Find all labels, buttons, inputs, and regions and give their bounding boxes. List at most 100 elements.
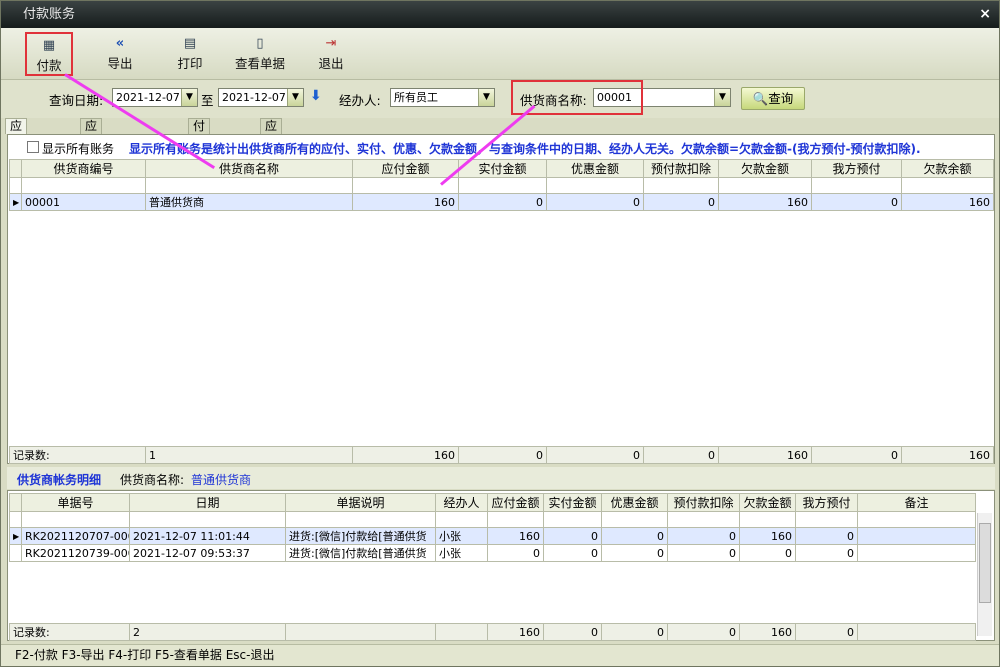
exit-door-icon: ⇥ [325,36,337,51]
calendar-icon: ▦ [42,38,56,53]
column-header[interactable]: 应付金额 [487,493,544,512]
footer-cell: 160 [901,446,994,464]
chevron-down-icon[interactable]: ▼ [287,89,303,106]
table-cell[interactable]: 0 [811,193,902,211]
column-header[interactable]: 单据说明 [285,493,436,512]
table-cell[interactable]: 160 [901,193,994,211]
footer-cell: 160 [739,623,796,641]
column-header[interactable]: 预付款扣除 [667,493,740,512]
view-document-button[interactable]: ▯ 查看单据 [231,32,289,76]
table-row[interactable]: ▶ 00001 普通供货商 160 0 0 0 160 0 160 [9,193,994,211]
filter-row[interactable] [9,177,994,194]
query-button[interactable]: 🔍查询 [741,87,805,110]
chevron-down-icon[interactable]: ▼ [714,89,730,106]
table-cell[interactable] [857,544,976,562]
footer-cell [857,623,976,641]
table-cell[interactable]: RK2021120739-0001 [21,544,130,562]
column-header[interactable]: 应付金额 [352,159,459,178]
tab-reconciliation[interactable]: 应付款对账 [260,118,283,193]
table-cell[interactable]: 160 [739,527,796,545]
pay-button[interactable]: ▦ 付款 [25,32,73,76]
footer-cell: 0 [601,623,668,641]
table-cell[interactable]: 0 [667,544,740,562]
footer-cell: 0 [811,446,902,464]
column-header[interactable]: 我方预付 [795,493,858,512]
column-header[interactable]: 欠款金额 [718,159,812,178]
column-header[interactable]: 欠款金额 [739,493,796,512]
column-header[interactable]: 供货商名称 [145,159,353,178]
table-cell[interactable]: RK2021120707-0002 [21,527,130,545]
column-header[interactable]: 预付款扣除 [643,159,719,178]
column-header[interactable]: 单据号 [21,493,130,512]
table-cell[interactable]: 0 [543,544,602,562]
handler-select[interactable]: 所有员工 ▼ [390,88,495,107]
tab-payable-summary[interactable]: 应付款统计 [5,118,28,193]
table-cell[interactable]: 0 [739,544,796,562]
table-cell[interactable]: 160 [487,527,544,545]
chevron-down-icon[interactable]: ▼ [478,89,494,106]
table-cell[interactable]: 0 [546,193,644,211]
footer-cell: 0 [458,446,547,464]
date-from-value: 2021-12-07 [116,91,180,104]
table-cell[interactable]: 0 [543,527,602,545]
double-left-arrow-icon: « [115,36,125,51]
table-cell[interactable]: 0 [601,544,668,562]
table-cell[interactable]: 进货:[微信]付款给[普通供货 [285,544,436,562]
footer-cell: 0 [643,446,719,464]
date-to-picker[interactable]: 2021-12-07 ▼ [218,88,304,107]
print-button-label: 打印 [177,56,203,71]
table-cell[interactable]: 0 [667,527,740,545]
column-header[interactable]: 实付金额 [543,493,602,512]
column-header[interactable]: 实付金额 [458,159,547,178]
column-header[interactable]: 我方预付 [811,159,902,178]
table-cell[interactable]: 普通供货商 [145,193,353,211]
chevron-down-icon[interactable]: ▼ [181,89,197,106]
table-row[interactable]: RK2021120739-0001 2021-12-07 09:53:37 进货… [9,544,976,562]
scrollbar-thumb[interactable] [979,523,991,603]
column-header[interactable]: 经办人 [435,493,488,512]
table-cell[interactable]: 0 [795,527,858,545]
show-all-label: 显示所有账务 [42,142,115,156]
tab-payable-paid-detail[interactable]: 应付实付款明细账 [80,118,103,238]
table-cell[interactable]: 小张 [435,527,488,545]
column-header[interactable]: 优惠金额 [601,493,668,512]
detail-supplier-label: 供货商名称: [120,473,185,487]
table-cell[interactable]: 2021-12-07 09:53:37 [129,544,286,562]
table-cell[interactable]: 进货:[微信]付款给[普通供货 [285,527,436,545]
down-arrow-icon[interactable]: ⬇ [310,88,322,104]
filter-row[interactable] [9,511,976,528]
detail-title-bar: 供货商帐务明细 供货商名称: 普通供货商 [7,467,995,489]
detail-panel: 单据号 日期 单据说明 经办人 应付金额 实付金额 优惠金额 预付款扣除 欠款金… [7,490,995,641]
column-header[interactable]: 欠款余额 [901,159,994,178]
table-cell[interactable]: 00001 [21,193,146,211]
exit-button[interactable]: ⇥ 退出 [307,32,355,76]
table-cell[interactable]: 0 [795,544,858,562]
show-all-checkbox[interactable] [27,141,39,153]
table-cell[interactable]: 0 [601,527,668,545]
table-cell[interactable] [857,527,976,545]
table-cell[interactable]: 160 [352,193,459,211]
column-header[interactable]: 优惠金额 [546,159,644,178]
table-row[interactable]: ▶ RK2021120707-0002 2021-12-07 11:01:44 … [9,527,976,545]
table-cell[interactable]: 0 [643,193,719,211]
column-header[interactable]: 日期 [129,493,286,512]
table-cell[interactable]: 160 [718,193,812,211]
date-from-picker[interactable]: 2021-12-07 ▼ [112,88,198,107]
vertical-scrollbar[interactable] [977,513,992,636]
print-button[interactable]: ▤ 打印 [166,32,214,76]
tab-payment-detail[interactable]: 付款单明细 [188,118,211,193]
column-header[interactable]: 备注 [857,493,976,512]
export-button-label: 导出 [107,56,133,71]
column-header[interactable]: 供货商编号 [21,159,146,178]
export-button[interactable]: « 导出 [96,32,144,76]
footer-cell: 160 [487,623,544,641]
table-cell[interactable]: 0 [458,193,547,211]
table-cell[interactable]: 小张 [435,544,488,562]
detail-header-row: 单据号 日期 单据说明 经办人 应付金额 实付金额 优惠金额 预付款扣除 欠款金… [9,493,976,512]
close-icon[interactable]: × [979,1,991,28]
table-cell[interactable]: 0 [487,544,544,562]
table-cell[interactable]: 2021-12-07 11:01:44 [129,527,286,545]
window-title: 付款账务 [23,7,76,22]
exit-button-label: 退出 [318,56,344,71]
magnifier-icon: 🔍 [752,91,769,106]
